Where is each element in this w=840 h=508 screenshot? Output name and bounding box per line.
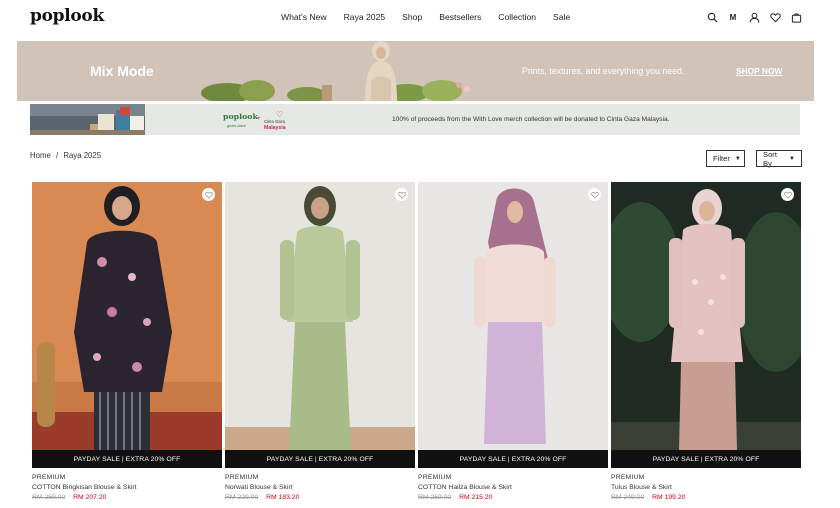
hero-model-image — [365, 41, 397, 101]
breadcrumb: Home / Raya 2025 — [30, 151, 104, 160]
nav-bestsellers[interactable]: Bestsellers — [439, 12, 481, 22]
filter-label: Filter — [713, 154, 730, 163]
product-photo-hailza — [418, 182, 608, 468]
bag-icon[interactable] — [790, 11, 802, 23]
search-icon[interactable] — [706, 11, 718, 23]
product-card[interactable]: PAYDAY SALE | EXTRA 20% OFF PREMIUM Norw… — [225, 182, 415, 501]
product-card[interactable]: PAYDAY SALE | EXTRA 20% OFF PREMIUM Tulu… — [611, 182, 801, 501]
product-prices: RM 229.00 RM 183.20 — [225, 494, 415, 501]
language-switch[interactable]: M — [727, 13, 739, 22]
main-nav: What's New Raya 2025 Shop Bestsellers Co… — [281, 12, 587, 22]
user-icon[interactable] — [748, 11, 760, 23]
charity-promo-banner[interactable]: poplook gives back + ♡ Cinta Gaza Malays… — [30, 104, 800, 135]
caret-down-icon: ▼ — [734, 155, 741, 162]
sale-price: RM 207.20 — [73, 494, 107, 501]
product-name[interactable]: Norwati Blouse & Skirt — [225, 484, 415, 491]
product-name[interactable]: Tulus Blouse & Skirt — [611, 484, 801, 491]
sale-badge: PAYDAY SALE | EXTRA 20% OFF — [32, 450, 222, 468]
wishlist-heart-icon[interactable] — [202, 188, 215, 201]
sale-price: RM 183.20 — [266, 494, 300, 501]
product-image[interactable]: PAYDAY SALE | EXTRA 20% OFF — [611, 182, 801, 468]
hero-title: Mix Mode — [90, 63, 154, 79]
wishlist-heart-icon[interactable] — [395, 188, 408, 201]
breadcrumb-separator: / — [55, 151, 59, 160]
product-prices: RM 249.00 RM 199.20 — [611, 494, 801, 501]
nav-raya-2025[interactable]: Raya 2025 — [344, 12, 386, 22]
original-price: RM 249.00 — [611, 494, 645, 501]
product-prices: RM 259.00 RM 207.20 — [32, 494, 222, 501]
product-tag: PREMIUM — [32, 474, 66, 481]
product-tag: PREMIUM — [225, 474, 259, 481]
product-name[interactable]: COTTON Bingkisan Blouse & Skirt — [32, 484, 222, 491]
hero-decor-plants — [201, 80, 470, 101]
heart-icon[interactable] — [769, 11, 781, 23]
product-photo-norwati — [225, 182, 415, 468]
nav-shop[interactable]: Shop — [402, 12, 422, 22]
nav-collection[interactable]: Collection — [498, 12, 536, 22]
partner-name: Cinta Gaza — [264, 119, 285, 124]
product-image[interactable]: PAYDAY SALE | EXTRA 20% OFF — [418, 182, 608, 468]
wishlist-heart-icon[interactable] — [588, 188, 601, 201]
product-image[interactable]: PAYDAY SALE | EXTRA 20% OFF — [225, 182, 415, 468]
wishlist-heart-icon[interactable] — [781, 188, 794, 201]
caret-down-icon: ▼ — [789, 155, 795, 162]
sort-by-dropdown[interactable]: Sort By ▼ — [756, 149, 802, 168]
site-header: poplook What's New Raya 2025 Shop Bestse… — [0, 0, 840, 38]
product-name[interactable]: COTTON Hailza Blouse & Skirt — [418, 484, 608, 491]
sale-badge: PAYDAY SALE | EXTRA 20% OFF — [611, 450, 801, 468]
promo-illustration — [30, 104, 145, 135]
sale-price: RM 215.20 — [459, 494, 493, 501]
product-photo-tulus — [611, 182, 801, 468]
shop-now-link[interactable]: SHOP NOW — [736, 66, 782, 76]
partner-heart-icon: ♡ — [276, 110, 284, 119]
original-price: RM 259.00 — [32, 494, 66, 501]
breadcrumb-current: Raya 2025 — [63, 151, 102, 160]
nav-whats-new[interactable]: What's New — [281, 12, 327, 22]
product-tag: PREMIUM — [418, 474, 452, 481]
partner-country: Malaysia — [264, 125, 286, 131]
promo-text: 100% of proceeds from the With Love merc… — [392, 116, 670, 123]
hero-banner[interactable]: Mix Mode Prints, textures, and everythin… — [17, 41, 814, 101]
sale-badge: PAYDAY SALE | EXTRA 20% OFF — [225, 450, 415, 468]
promo-brand-logo: poplook — [223, 112, 258, 121]
sort-label: Sort By — [763, 149, 777, 168]
promo-plus: + — [257, 116, 261, 122]
brand-logo[interactable]: poplook — [30, 6, 104, 26]
hero-subtitle: Prints, textures, and everything you nee… — [522, 66, 685, 76]
original-price: RM 269.00 — [418, 494, 452, 501]
product-card[interactable]: PAYDAY SALE | EXTRA 20% OFF PREMIUM COTT… — [32, 182, 222, 501]
header-icons: M — [697, 11, 802, 23]
product-card[interactable]: PAYDAY SALE | EXTRA 20% OFF PREMIUM COTT… — [418, 182, 608, 501]
original-price: RM 229.00 — [225, 494, 259, 501]
product-prices: RM 269.00 RM 215.20 — [418, 494, 608, 501]
product-tag: PREMIUM — [611, 474, 645, 481]
sale-price: RM 199.20 — [652, 494, 686, 501]
product-photo-bingkisan — [32, 182, 222, 468]
breadcrumb-home[interactable]: Home — [30, 151, 51, 160]
nav-sale[interactable]: Sale — [553, 12, 570, 22]
filter-button[interactable]: Filter ▼ — [706, 150, 745, 167]
promo-brand-tagline: gives back — [227, 123, 246, 128]
product-image[interactable]: PAYDAY SALE | EXTRA 20% OFF — [32, 182, 222, 468]
sale-badge: PAYDAY SALE | EXTRA 20% OFF — [418, 450, 608, 468]
